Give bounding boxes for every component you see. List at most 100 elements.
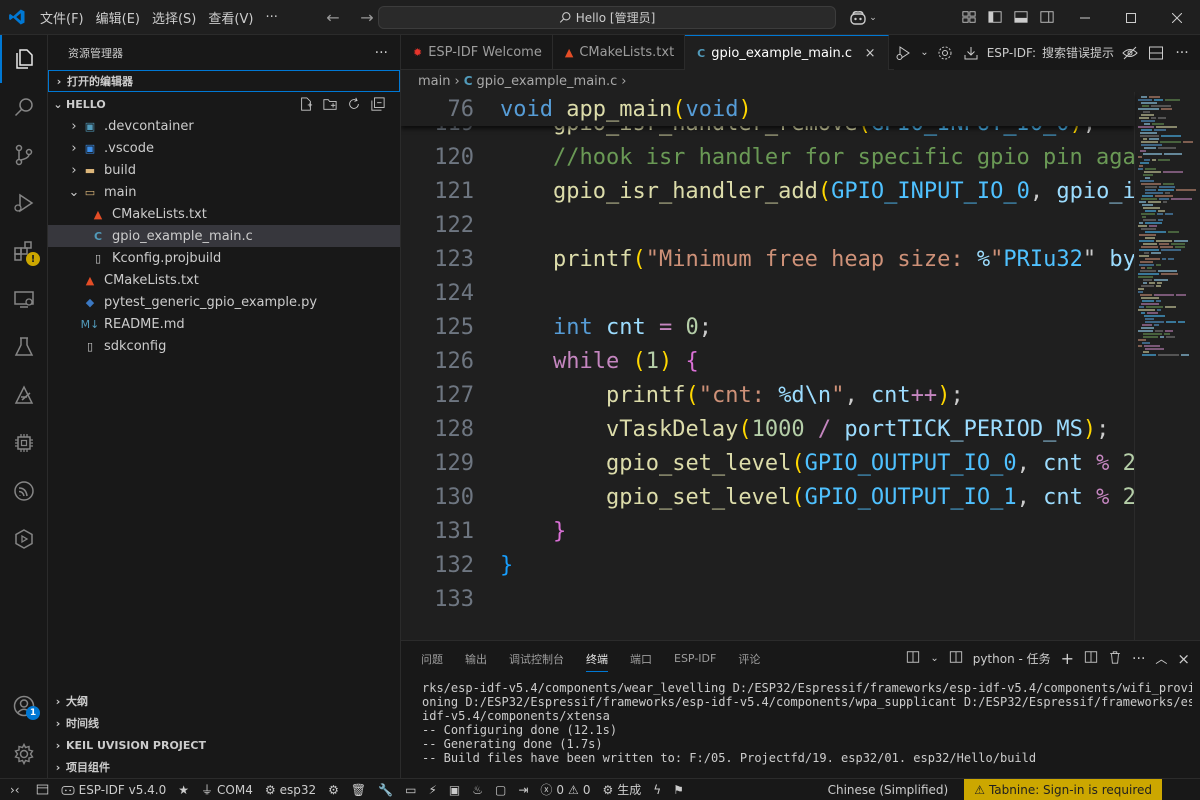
target-chip[interactable]: ⚙ esp32	[259, 779, 322, 800]
monitor-icon[interactable]: ▣	[443, 779, 466, 800]
more-actions-icon[interactable]: ···	[1132, 651, 1145, 667]
settings-gear-icon[interactable]	[0, 730, 48, 778]
run-debug-icon[interactable]	[0, 179, 48, 227]
tree-item[interactable]: ▲ CMakeLists.txt	[48, 203, 400, 225]
wrench-icon[interactable]: 🔧	[372, 779, 399, 800]
panel-tab[interactable]: 端口	[630, 651, 652, 667]
problems-indicator[interactable]: ⓧ 0 ⚠ 0	[534, 779, 596, 800]
build-icon[interactable]: ▭	[399, 779, 422, 800]
run-action-icon[interactable]	[894, 43, 914, 63]
platformio-icon[interactable]	[0, 515, 48, 563]
editor-tab[interactable]: Cgpio_example_main.c ×	[685, 35, 890, 70]
more-actions-icon[interactable]: ···	[1172, 43, 1192, 63]
eye-off-icon[interactable]	[1120, 43, 1140, 63]
search-error-hint-button[interactable]: 搜索错误提示	[1042, 44, 1114, 61]
copilot-button[interactable]: ⌄	[844, 6, 882, 29]
export-icon[interactable]: ⇥	[512, 779, 534, 800]
account-icon[interactable]: 1	[0, 682, 48, 730]
panel-tab[interactable]: 问题	[421, 651, 443, 667]
keil-project-section[interactable]: › KEIL UVISION PROJECT	[48, 734, 401, 756]
terminal-icon[interactable]: ▢	[489, 779, 512, 800]
extensions-icon[interactable]: !	[0, 227, 48, 275]
sdk-config-icon[interactable]: ⚙	[322, 779, 345, 800]
terminal-name[interactable]: python - 任务	[973, 650, 1051, 667]
project-components-section[interactable]: › 项目组件	[48, 756, 401, 778]
menu-item[interactable]: 文件(F)	[34, 0, 90, 35]
new-file-icon[interactable]	[296, 94, 316, 114]
tree-item[interactable]: ▲ CMakeLists.txt	[48, 269, 400, 291]
terminal-output[interactable]: rks/esp-idf-v5.4/components/wear_levelli…	[422, 681, 1192, 765]
trash-icon[interactable]	[1108, 650, 1122, 667]
workspace-root-section[interactable]: ⌄ HELLO	[48, 93, 400, 115]
tree-item[interactable]: ⌄ ▭ main	[48, 181, 400, 203]
split-terminal-icon[interactable]	[1084, 650, 1098, 667]
tree-item[interactable]: Cgpio_example_main.c	[48, 225, 400, 247]
menu-item[interactable]: ···	[259, 0, 283, 35]
toggle-primary-sidebar-icon[interactable]	[984, 6, 1006, 28]
panel-tab[interactable]: ESP-IDF	[674, 652, 716, 665]
tree-item[interactable]: › ▣ .vscode	[48, 137, 400, 159]
panel-tab[interactable]: 评论	[738, 651, 760, 667]
timeline-section[interactable]: › 时间线	[48, 712, 401, 734]
remote-indicator-icon[interactable]: ›‹	[0, 779, 30, 800]
maximize-panel-icon[interactable]: ︿	[1155, 650, 1167, 667]
new-folder-icon[interactable]	[320, 94, 340, 114]
close-window-icon[interactable]	[1154, 0, 1200, 35]
language-indicator[interactable]: Chinese (Simplified)	[822, 779, 955, 800]
breadcrumb-folder[interactable]: main	[418, 74, 450, 89]
esp-idf-version[interactable]: ESP-IDF v5.4.0	[55, 779, 173, 800]
layout-icon[interactable]	[906, 650, 920, 667]
tree-item[interactable]: › ▣ .devcontainer	[48, 115, 400, 137]
menu-item[interactable]: 编辑(E)	[90, 0, 146, 35]
build-button[interactable]: ⚙ 生成	[596, 779, 647, 800]
panel-tab[interactable]: 终端	[586, 651, 608, 672]
window-icon[interactable]	[30, 779, 55, 800]
editor-tab[interactable]: ✹ ESP-IDF Welcome	[401, 35, 553, 70]
chevron-down-icon[interactable]: ⌄	[920, 47, 928, 58]
add-terminal-icon[interactable]: +	[1061, 649, 1074, 668]
tree-item[interactable]: ▯ Kconfig.projbuild	[48, 247, 400, 269]
breadcrumb-file[interactable]: gpio_example_main.c	[477, 74, 618, 89]
chevron-down-icon[interactable]: ⌄	[930, 653, 938, 664]
close-panel-icon[interactable]: ×	[1177, 650, 1190, 668]
remote-explorer-icon[interactable]	[0, 275, 48, 323]
tree-item[interactable]: M↓ README.md	[48, 313, 400, 335]
flag-icon[interactable]: ⚑	[667, 779, 690, 800]
panel-tab[interactable]: 调试控制台	[509, 651, 564, 667]
minimap[interactable]	[1134, 92, 1200, 640]
download-icon[interactable]	[961, 43, 981, 63]
espressif-icon[interactable]	[0, 467, 48, 515]
menu-item[interactable]: 查看(V)	[202, 0, 259, 35]
search-icon[interactable]	[0, 83, 48, 131]
source-control-icon[interactable]	[0, 131, 48, 179]
back-arrow-icon[interactable]: ←	[322, 6, 344, 28]
chip-icon[interactable]	[0, 419, 48, 467]
minimize-icon[interactable]	[1062, 0, 1108, 35]
flash-icon[interactable]: ⚡	[422, 779, 442, 800]
toggle-secondary-sidebar-icon[interactable]	[1036, 6, 1058, 28]
maximize-icon[interactable]	[1108, 0, 1154, 35]
toggle-panel-icon[interactable]	[1010, 6, 1032, 28]
tree-item[interactable]: › ▬ build	[48, 159, 400, 181]
code-editor[interactable]: 118 //remove isr handler for gpio number…	[401, 92, 1200, 640]
menu-item[interactable]: 选择(S)	[146, 0, 202, 35]
esp-idf-explorer-icon[interactable]	[0, 371, 48, 419]
more-actions-icon[interactable]: ···	[375, 45, 388, 61]
fire-icon[interactable]: ♨	[466, 779, 489, 800]
panel-tab[interactable]: 输出	[465, 651, 487, 667]
close-icon[interactable]: ×	[862, 45, 878, 61]
outline-section[interactable]: › 大纲	[48, 690, 401, 712]
collapse-all-icon[interactable]	[368, 94, 388, 114]
explorer-icon[interactable]	[0, 35, 48, 83]
customize-layout-icon[interactable]	[958, 6, 980, 28]
sticky-scroll-header[interactable]: 76 void app_main(void)	[401, 92, 1134, 126]
tree-item[interactable]: ◆ pytest_generic_gpio_example.py	[48, 291, 400, 313]
trash-icon[interactable]: 🗑	[345, 779, 372, 800]
tree-item[interactable]: ▯ sdkconfig	[48, 335, 400, 357]
refresh-icon[interactable]	[344, 94, 364, 114]
tabnine-status[interactable]: ⚠ Tabnine: Sign-in is required	[964, 779, 1162, 800]
serial-port[interactable]: ⏚ COM4	[195, 779, 259, 800]
forward-arrow-icon[interactable]: →	[356, 6, 378, 28]
star-icon[interactable]: ★	[172, 779, 195, 800]
testing-icon[interactable]	[0, 323, 48, 371]
